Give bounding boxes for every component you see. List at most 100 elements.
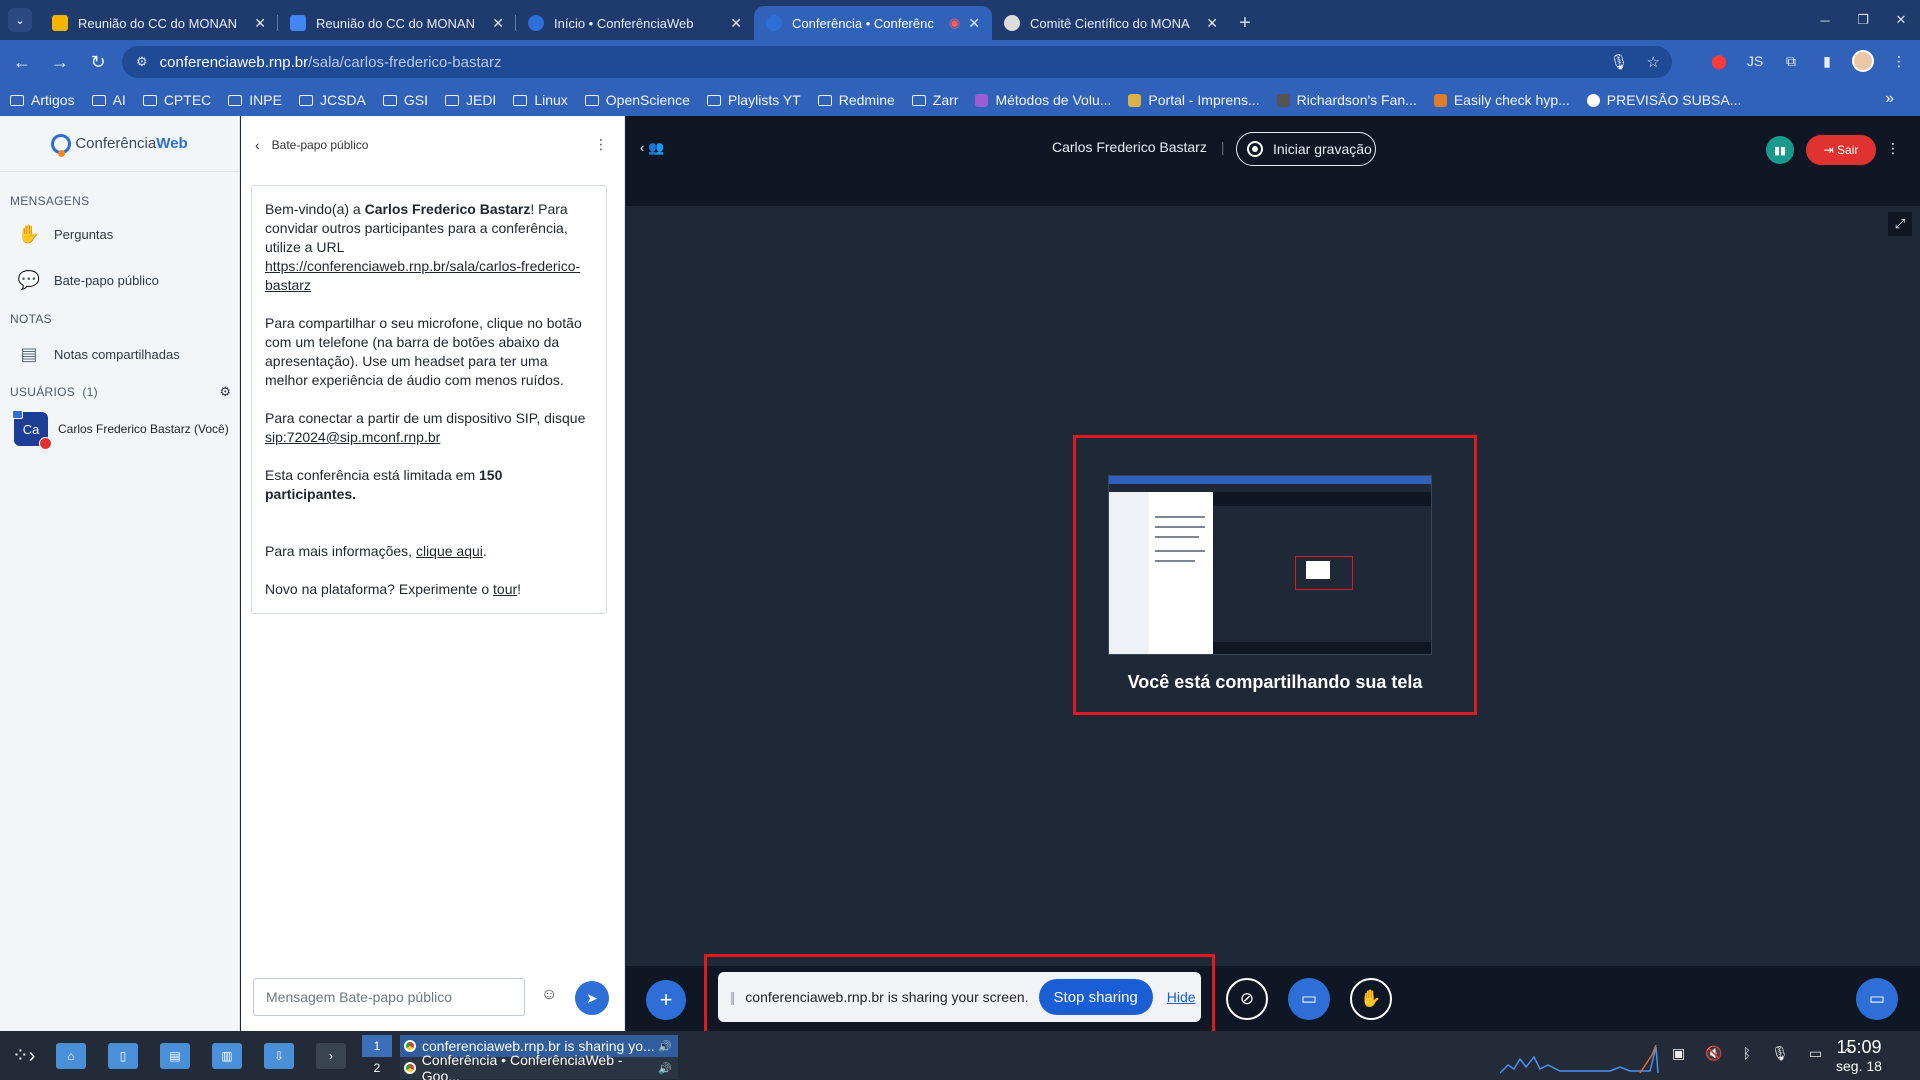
kebab-menu-icon[interactable]: ⋮ xyxy=(594,136,608,153)
tab-4-active[interactable]: Conferência • Conferênc ◉ ✕ xyxy=(754,6,992,40)
restore-icon[interactable]: ❐ xyxy=(1844,0,1882,40)
folder-icon xyxy=(91,94,106,106)
tour-link[interactable]: tour xyxy=(493,581,517,597)
chat-title: Bate-papo público xyxy=(271,138,369,152)
bookmark-folder[interactable]: INPE xyxy=(228,92,282,108)
nav-item-shared-notes[interactable]: ▤ Notas compartilhadas xyxy=(0,334,239,374)
gear-icon[interactable]: ⚙ xyxy=(219,384,231,400)
bookmark-folder[interactable]: Zarr xyxy=(911,92,958,108)
forward-button[interactable]: → xyxy=(44,46,76,78)
files-icon[interactable]: ▯ xyxy=(108,1043,138,1069)
workspace-1[interactable]: 1 xyxy=(362,1035,392,1057)
bookmark-folder[interactable]: JCSDA xyxy=(298,92,366,108)
bookmark-link[interactable]: Easily check hyp... xyxy=(1433,92,1570,108)
tabs: Reunião do CC do MONAN ✕ Reunião do CC d… xyxy=(40,6,1260,40)
avatar-initials: Ca xyxy=(22,421,40,437)
clipboard-icon[interactable]: ▣ xyxy=(1672,1045,1685,1062)
network-icon[interactable]: ▭ xyxy=(1809,1045,1822,1062)
close-icon[interactable]: ✕ xyxy=(254,15,266,32)
tab-5[interactable]: Comitê Científico do MONA ✕ xyxy=(992,6,1230,40)
left-navigation: Conferência Web MENSAGENS ✋ Perguntas 💬 B… xyxy=(0,116,240,1031)
microphone-tray-icon[interactable]: 🎙 xyxy=(1771,1045,1789,1062)
chevron-left-icon[interactable]: ‹ xyxy=(255,137,260,153)
bookmark-folder[interactable]: GSI xyxy=(382,92,428,108)
room-url-link[interactable]: https://conferenciaweb.rnp.br/sala/carlo… xyxy=(265,258,580,293)
fullscreen-icon[interactable]: ⤢ xyxy=(1888,212,1912,236)
menu-kebab-icon[interactable]: ⋮ xyxy=(1888,50,1910,72)
send-button[interactable]: ➤ xyxy=(575,981,609,1015)
drag-handle-icon[interactable]: || xyxy=(730,989,735,1005)
close-window-icon[interactable]: ✕ xyxy=(1882,0,1920,40)
actions-plus-button[interactable]: + xyxy=(646,980,686,1020)
bookmark-label: JCSDA xyxy=(319,92,366,108)
volume-muted-icon[interactable]: 🔇 xyxy=(1705,1045,1722,1062)
extension-record-icon[interactable]: ⬤ xyxy=(1708,50,1730,72)
nav-item-public-chat[interactable]: 💬 Bate-papo público xyxy=(0,260,239,300)
close-icon[interactable]: ✕ xyxy=(492,15,504,32)
profile-avatar[interactable] xyxy=(1852,50,1874,72)
bluetooth-icon[interactable]: ᛒ xyxy=(1743,1045,1751,1062)
connection-status-icon[interactable]: ▮▮ xyxy=(1766,136,1794,164)
back-button[interactable]: ← xyxy=(6,46,38,78)
nav-item-questions[interactable]: ✋ Perguntas xyxy=(0,214,239,254)
folder-icon[interactable]: ▤ xyxy=(160,1043,190,1069)
tab-search-button[interactable]: ⌄ xyxy=(8,8,32,32)
new-tab-button[interactable]: + xyxy=(1230,6,1260,40)
extensions-puzzle-icon[interactable]: ⧉ xyxy=(1780,50,1802,72)
workspace-2[interactable]: 2 xyxy=(362,1057,392,1079)
extension-js-icon[interactable]: JS xyxy=(1744,50,1766,72)
close-icon[interactable]: ✕ xyxy=(968,15,980,32)
bookmark-folder[interactable]: OpenScience xyxy=(584,92,690,108)
reload-button[interactable]: ↻ xyxy=(82,46,114,78)
site-settings-icon[interactable]: ⚙ xyxy=(136,54,148,70)
more-bookmarks-icon[interactable]: » xyxy=(1885,90,1894,108)
thumbnail-text-line xyxy=(1155,536,1199,538)
terminal-icon[interactable]: › xyxy=(316,1043,346,1069)
bookmark-link[interactable]: Portal - Imprens... xyxy=(1128,92,1260,108)
bookmark-folder[interactable]: CPTEC xyxy=(142,92,211,108)
leave-button[interactable]: ⇥ Sair xyxy=(1806,135,1876,165)
bookmark-folder[interactable]: JEDI xyxy=(444,92,496,108)
microphone-icon[interactable]: 🎙 xyxy=(1610,53,1629,71)
clock[interactable]: 15:09 seg. 18 xyxy=(1836,1037,1882,1074)
bookmark-link[interactable]: Richardson's Fan... xyxy=(1276,92,1417,108)
bookmark-folder[interactable]: Artigos xyxy=(10,92,75,108)
tab-2[interactable]: Reunião do CC do MONAN ✕ xyxy=(278,6,516,40)
screen-share-button[interactable]: ▭ xyxy=(1288,978,1330,1020)
raise-hand-button[interactable]: ✋ xyxy=(1350,978,1392,1020)
tab-1[interactable]: Reunião do CC do MONAN ✕ xyxy=(40,6,278,40)
close-icon[interactable]: ✕ xyxy=(1206,15,1218,32)
home-icon[interactable]: ⌂ xyxy=(56,1043,86,1069)
stop-sharing-button[interactable]: Stop sharing xyxy=(1038,979,1153,1015)
bookmark-star-icon[interactable]: ☆ xyxy=(1647,53,1660,71)
start-recording-button[interactable]: Iniciar gravação xyxy=(1236,132,1376,166)
chat-message-input[interactable]: Mensagem Bate-papo público xyxy=(253,978,525,1016)
taskbar-window-2[interactable]: Conferência • ConferênciaWeb - Goo... 🔊 xyxy=(400,1052,678,1080)
bookmark-link[interactable]: PREVISÃO SUBSA... xyxy=(1586,92,1741,108)
monitor-icon[interactable]: ▥ xyxy=(212,1043,242,1069)
presentation-toggle-button[interactable]: ▭ xyxy=(1856,978,1898,1020)
toggle-user-list-icon[interactable]: ‹ 👥 xyxy=(640,140,664,156)
camera-off-button[interactable]: ⊘ xyxy=(1226,978,1268,1020)
downloads-icon[interactable]: ⇩ xyxy=(264,1043,294,1069)
bookmark-label: GSI xyxy=(403,92,428,108)
bookmark-link[interactable]: Métodos de Volu... xyxy=(975,92,1111,108)
info-link[interactable]: clique aqui xyxy=(416,543,483,559)
emoji-icon[interactable]: ☺ xyxy=(541,986,557,1004)
side-panel-icon[interactable]: ▮ xyxy=(1816,50,1838,72)
sip-address-link[interactable]: sip:72024@sip.mconf.rnp.br xyxy=(265,429,440,445)
minimize-icon[interactable]: ─ xyxy=(1806,0,1844,40)
user-list-item[interactable]: Ca Carlos Frederico Bastarz (Você) xyxy=(0,410,239,450)
bookmark-folder[interactable]: AI xyxy=(91,92,126,108)
close-icon[interactable]: ✕ xyxy=(730,15,742,32)
options-kebab-icon[interactable]: ⋮ xyxy=(1886,140,1900,157)
bookmark-folder[interactable]: Playlists YT xyxy=(706,92,801,108)
bookmark-folder[interactable]: Redmine xyxy=(817,92,895,108)
bookmark-folder[interactable]: Linux xyxy=(513,92,568,108)
start-menu-icon[interactable]: ⁘› xyxy=(12,1043,35,1068)
tab-3[interactable]: Início • ConferênciaWeb ✕ xyxy=(516,6,754,40)
hide-link[interactable]: Hide xyxy=(1167,989,1196,1005)
address-bar[interactable]: ⚙ conferenciaweb.rnp.br/sala/carlos-fred… xyxy=(122,46,1672,78)
folder-icon xyxy=(584,94,599,106)
logo-text-accent: Web xyxy=(156,135,188,152)
